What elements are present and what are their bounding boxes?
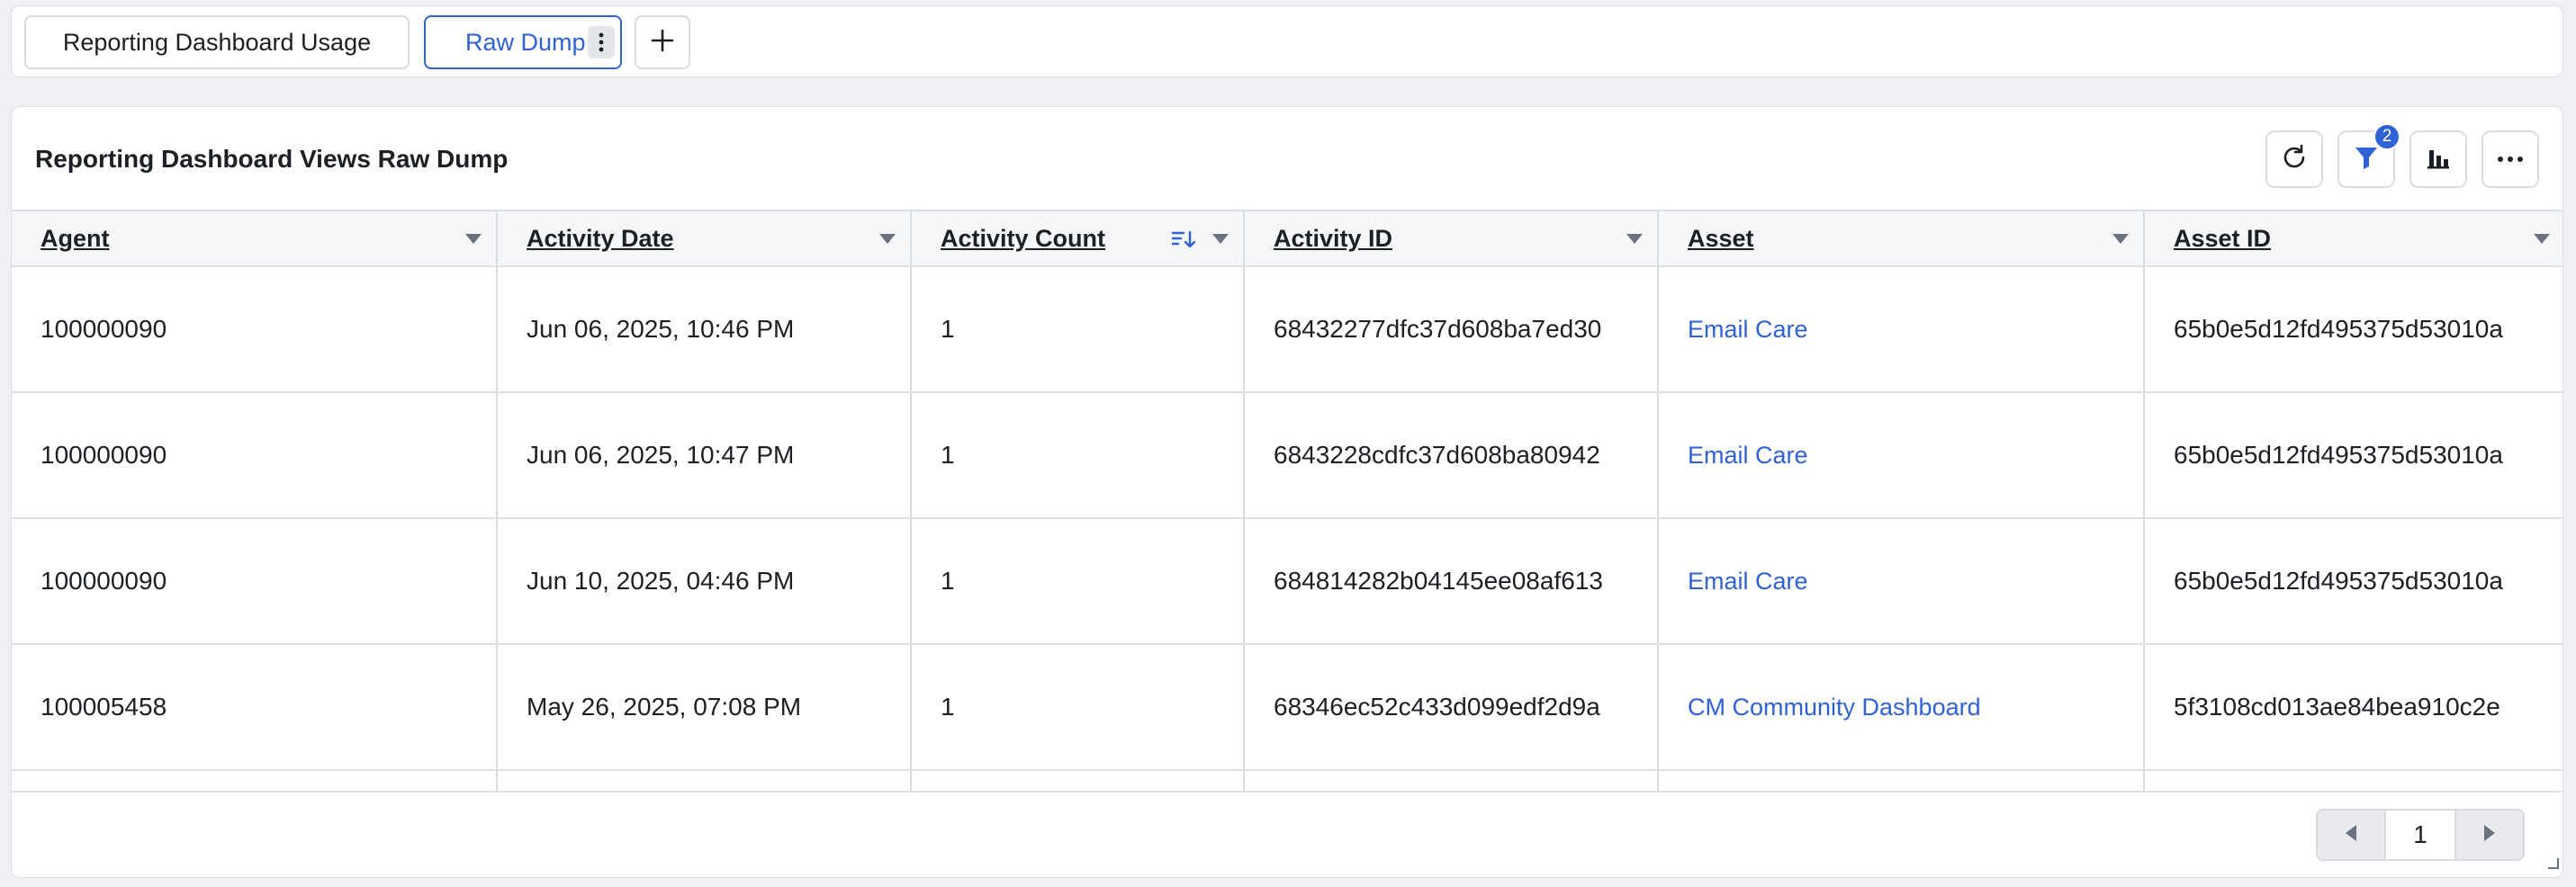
cell-activity-date: Jun 10, 2025, 04:46 PM: [498, 519, 912, 643]
current-page[interactable]: 1: [2384, 811, 2456, 859]
tab-bar: Reporting Dashboard Usage Raw Dump: [11, 5, 2563, 77]
add-tab-button[interactable]: [635, 15, 690, 69]
cell-asset-id: 5f3108cd013ae84bea910c2e: [2174, 693, 2500, 721]
column-header-activity-id[interactable]: Activity ID: [1245, 211, 1659, 265]
cell-asset-id: 65b0e5d12fd495375d53010a: [2174, 315, 2503, 343]
cell-agent: 100000090: [12, 519, 498, 643]
more-icon: [2497, 151, 2524, 167]
cell-asset-link[interactable]: Email Care: [1659, 519, 2145, 643]
card-title: Reporting Dashboard Views Raw Dump: [35, 145, 509, 173]
tab-reporting-dashboard-usage[interactable]: Reporting Dashboard Usage: [24, 15, 410, 69]
cell-activity-id: 68346ec52c433d099edf2d9a: [1245, 645, 1659, 769]
more-options-button[interactable]: [2481, 130, 2539, 188]
table-footer: 1: [12, 791, 2562, 877]
cell-activity-id: 68432277dfc37d608ba7ed30: [1245, 267, 1659, 391]
refresh-icon: [2280, 143, 2309, 176]
column-header-label: Activity Count: [941, 224, 1106, 252]
refresh-button[interactable]: [2265, 130, 2323, 188]
caret-down-icon[interactable]: [465, 234, 482, 244]
column-header-asset[interactable]: Asset: [1659, 211, 2145, 265]
cell-activity-id: 6843228cdfc37d608ba80942: [1245, 393, 1659, 517]
table-row: 100000090 Jun 06, 2025, 10:47 PM 1 68432…: [12, 393, 2562, 519]
caret-down-icon[interactable]: [2534, 234, 2550, 244]
column-header-label: Activity ID: [1274, 224, 1393, 252]
sort-icon[interactable]: [1171, 228, 1196, 255]
report-card: Reporting Dashboard Views Raw Dump 2 Age…: [11, 106, 2563, 878]
column-header-activity-date[interactable]: Activity Date: [498, 211, 912, 265]
pagination: 1: [2316, 809, 2525, 861]
previous-page-button[interactable]: [2318, 811, 2384, 859]
table-row: 100000090 Jun 10, 2025, 04:46 PM 1 68481…: [12, 519, 2562, 645]
chevron-right-icon: [2482, 824, 2497, 847]
plus-icon: [651, 29, 674, 57]
column-header-label: Agent: [41, 224, 110, 252]
tab-label: Raw Dump: [465, 28, 586, 56]
resize-icon[interactable]: [2546, 856, 2559, 874]
caret-down-icon[interactable]: [2112, 234, 2129, 244]
column-header-activity-count[interactable]: Activity Count: [912, 211, 1245, 265]
cell-asset-link[interactable]: CM Community Dashboard: [1659, 645, 2145, 769]
table-row: 100005458 May 26, 2025, 07:08 PM 1 68346…: [12, 645, 2562, 771]
cell-agent: 100000090: [12, 267, 498, 391]
cell-activity-count: 1: [912, 267, 1245, 391]
caret-down-icon[interactable]: [1626, 234, 1643, 244]
tab-label: Reporting Dashboard Usage: [62, 28, 372, 56]
column-header-label: Asset ID: [2174, 224, 2272, 252]
cell-agent: 100005458: [12, 645, 498, 769]
cell-asset-id: 65b0e5d12fd495375d53010a: [2174, 567, 2503, 595]
column-header-agent[interactable]: Agent: [12, 211, 498, 265]
filter-count-badge: 2: [2373, 123, 2400, 150]
cell-agent: 100000090: [12, 393, 498, 517]
cell-activity-date: Jun 06, 2025, 10:46 PM: [498, 267, 912, 391]
cell-asset-id: 65b0e5d12fd495375d53010a: [2174, 441, 2503, 469]
column-header-label: Asset: [1688, 224, 1754, 252]
cell-activity-date: Jun 06, 2025, 10:47 PM: [498, 393, 912, 517]
table-row: 100000090 Jun 06, 2025, 10:46 PM 1 68432…: [12, 267, 2562, 393]
cell-activity-date: May 26, 2025, 07:08 PM: [498, 645, 912, 769]
next-page-button[interactable]: [2456, 811, 2523, 859]
cell-asset-link[interactable]: Email Care: [1659, 393, 2145, 517]
cell-activity-count: 1: [912, 645, 1245, 769]
cell-activity-count: 1: [912, 393, 1245, 517]
bar-chart-icon: [2426, 145, 2451, 175]
filter-button[interactable]: 2: [2337, 123, 2400, 188]
cell-asset-link[interactable]: Email Care: [1659, 267, 2145, 391]
kebab-icon[interactable]: [588, 26, 615, 58]
caret-down-icon[interactable]: [879, 234, 896, 244]
chart-button[interactable]: [2409, 130, 2467, 188]
table-header: Agent Activity Date Activity Count Activ…: [12, 210, 2562, 267]
cell-activity-count: 1: [912, 519, 1245, 643]
tab-raw-dump[interactable]: Raw Dump: [424, 15, 622, 69]
caret-down-icon[interactable]: [1212, 234, 1229, 244]
chevron-left-icon: [2344, 824, 2358, 847]
column-header-asset-id[interactable]: Asset ID: [2145, 211, 2562, 265]
column-header-label: Activity Date: [527, 224, 674, 252]
cell-activity-id: 684814282b04145ee08af613: [1245, 519, 1659, 643]
filter-icon: [2353, 144, 2380, 175]
